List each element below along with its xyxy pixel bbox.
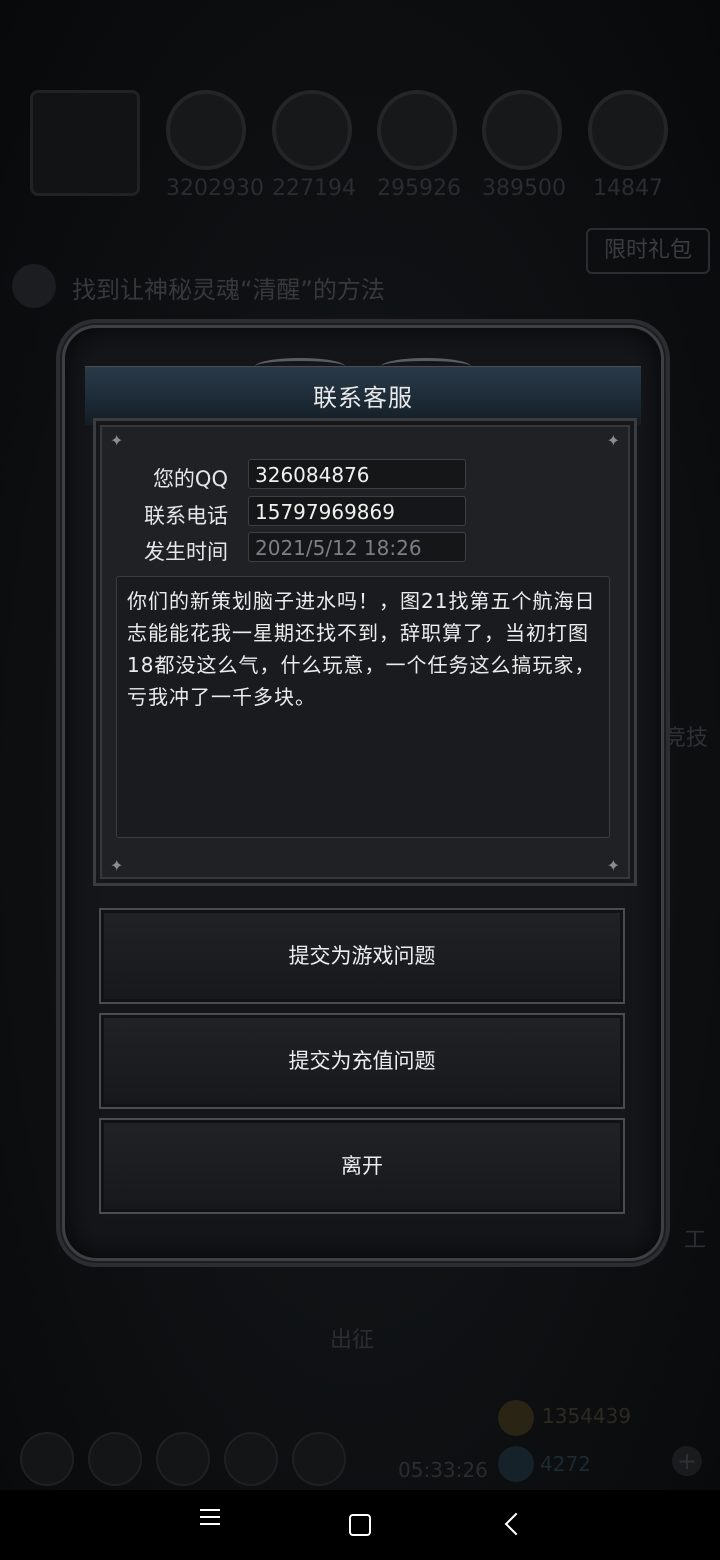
- resource-wood: 227194: [272, 90, 356, 201]
- clock: 05:33:26: [398, 1458, 488, 1482]
- avatar: [30, 90, 140, 196]
- submit-recharge-issue-button[interactable]: 提交为充值问题: [99, 1013, 625, 1109]
- scroll-icon: [156, 1432, 210, 1486]
- resource-crystal: 389500: [482, 90, 566, 201]
- crystal-icon: [482, 90, 562, 170]
- time-row: 发生时间 2021/5/12 18:26: [96, 532, 634, 564]
- corner-star-icon: ✦: [606, 856, 620, 875]
- gem-icon: [498, 1446, 534, 1482]
- form-panel: ✦ ✦ ✦ ✦ 您的QQ 326084876 联系电话 15797969869 …: [93, 418, 637, 886]
- steel-icon: [588, 90, 668, 170]
- system-nav-bar: [0, 1490, 720, 1560]
- resource-ore: 3202930: [166, 90, 264, 201]
- gold-icon: [498, 1400, 534, 1436]
- resource-iron: 295926: [377, 90, 461, 201]
- mail-icon: [224, 1432, 278, 1486]
- phone-label: 联系电话: [144, 504, 228, 528]
- settings-icon: [20, 1432, 74, 1486]
- gold-amount: 1354439: [542, 1404, 632, 1428]
- resource-iron-amount: 295926: [377, 176, 461, 201]
- contact-service-dialog: 联系客服 ✦ ✦ ✦ ✦ 您的QQ 326084876 联系电话 1579796…: [62, 325, 664, 1261]
- corner-star-icon: ✦: [110, 856, 124, 875]
- swap-icon: [292, 1432, 346, 1486]
- sortie-label: 出征: [330, 1328, 375, 1353]
- submit-game-issue-button[interactable]: 提交为游戏问题: [99, 908, 625, 1004]
- title-ornament-right: [381, 358, 471, 375]
- ore-icon: [166, 90, 246, 170]
- time-label: 发生时间: [144, 540, 228, 564]
- work-label: 工: [684, 1228, 707, 1253]
- quest-icon: [12, 264, 56, 308]
- resource-steel: 14847: [588, 90, 668, 201]
- quest-tracker: 找到让神秘灵魂“清醒”的方法: [12, 262, 712, 312]
- resource-ore-amount: 3202930: [166, 176, 264, 201]
- phone-row: 联系电话 15797969869: [96, 496, 634, 528]
- arena-label: 竞技: [664, 726, 709, 751]
- message-textarea[interactable]: 你们的新策划脑子进水吗！，图21找第五个航海日志能能花我一星期还找不到，辞职算了…: [116, 576, 610, 838]
- title-ornament-left: [255, 358, 345, 375]
- leave-button[interactable]: 离开: [99, 1118, 625, 1214]
- resource-steel-amount: 14847: [593, 176, 663, 201]
- qq-row: 您的QQ 326084876: [96, 459, 634, 491]
- dialog-title: 联系客服: [313, 384, 413, 412]
- add-currency-icon: +: [672, 1446, 702, 1476]
- wood-icon: [272, 90, 352, 170]
- corner-star-icon: ✦: [606, 431, 620, 450]
- gem-amount: 4272: [540, 1452, 591, 1476]
- back-icon[interactable]: [492, 1504, 532, 1544]
- quest-text: 找到让神秘灵魂“清醒”的方法: [72, 276, 385, 304]
- star-icon: [88, 1432, 142, 1486]
- qq-label: 您的QQ: [152, 467, 228, 491]
- qq-field[interactable]: 326084876: [248, 459, 466, 489]
- iron-icon: [377, 90, 457, 170]
- menu-icon[interactable]: [190, 1504, 230, 1544]
- corner-star-icon: ✦: [110, 431, 124, 450]
- time-field: 2021/5/12 18:26: [248, 532, 466, 562]
- resource-wood-amount: 227194: [272, 176, 356, 201]
- phone-field[interactable]: 15797969869: [248, 496, 466, 526]
- home-icon[interactable]: [340, 1504, 380, 1544]
- resource-crystal-amount: 389500: [482, 176, 566, 201]
